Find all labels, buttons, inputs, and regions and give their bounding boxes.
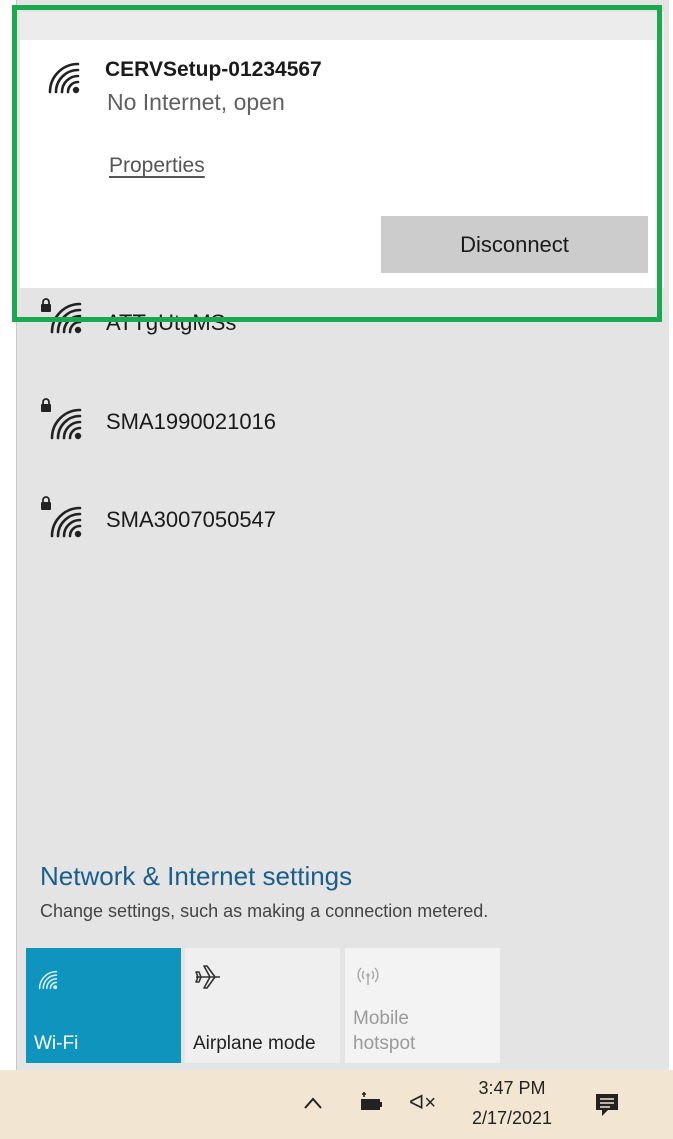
hotspot-tile-label-line1: Mobile [353,1008,409,1029]
network-ssid: SMA3007050547 [106,507,277,532]
hotspot-icon [357,967,379,985]
connected-status: No Internet, open [107,89,285,115]
taskbar: ᐊ× 3:47 PM 2/17/2021 [0,1070,673,1139]
properties-link[interactable]: Properties [109,154,205,178]
wifi-toggle-tile[interactable]: Wi-Fi [26,948,181,1063]
hotspot-tile-label-line2: hotspot [353,1033,416,1054]
network-settings-link[interactable]: Network & Internet settings [40,861,352,892]
network-ssid: SMA1990021016 [106,409,277,434]
wifi-signal-icon [50,408,82,440]
volume-muted-icon[interactable]: ᐊ× [409,1090,436,1115]
network-list-item[interactable]: SMA1990021016 [20,392,664,452]
network-ssid: ATTgUtgMSs [106,310,237,335]
airplane-icon [195,965,220,989]
connected-ssid: CERVSetup-01234567 [105,58,322,81]
airplane-mode-tile[interactable]: Airplane mode [185,948,340,1063]
clock-date[interactable]: 2/17/2021 [462,1108,562,1129]
network-settings-subtitle: Change settings, such as making a connec… [40,901,489,921]
wifi-icon [38,970,58,990]
chevron-up-icon[interactable] [303,1096,323,1110]
wifi-signal-icon [48,62,80,94]
clock-time[interactable]: 3:47 PM [462,1078,562,1099]
network-list-item[interactable]: SMA3007050547 [20,490,664,550]
network-list-item[interactable]: ATTgUtgMSs [20,292,664,352]
airplane-tile-label: Airplane mode [193,1033,316,1054]
wifi-tile-label: Wi-Fi [34,1033,79,1054]
wifi-signal-icon [50,506,82,538]
mobile-hotspot-tile[interactable]: Mobile hotspot [345,948,500,1063]
wifi-signal-icon [50,302,82,334]
action-center-icon[interactable] [594,1092,620,1118]
battery-charging-icon[interactable] [356,1092,384,1114]
flyout-top-strip [20,12,664,40]
disconnect-button[interactable]: Disconnect [381,216,648,273]
